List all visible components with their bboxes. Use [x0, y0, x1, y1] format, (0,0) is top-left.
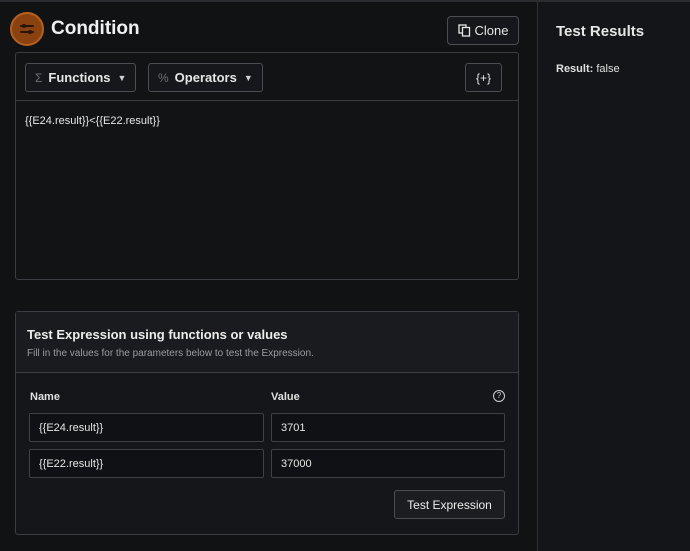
- param-value-input[interactable]: 3701: [271, 413, 505, 442]
- test-expression-button[interactable]: Test Expression: [394, 490, 505, 519]
- test-expression-section: Test Expression using functions or value…: [15, 311, 519, 535]
- test-section-header: Test Expression using functions or value…: [16, 312, 518, 373]
- test-section-subtitle: Fill in the values for the parameters be…: [27, 348, 314, 359]
- clone-button[interactable]: Clone: [447, 16, 519, 45]
- chevron-down-icon: ▼: [117, 72, 127, 83]
- expression-text[interactable]: {{E24.result}}<{{E22.result}}: [25, 115, 160, 127]
- condition-icon: [10, 12, 44, 46]
- help-icon[interactable]: ?: [493, 390, 505, 402]
- value-column-header: Value: [271, 391, 300, 403]
- condition-editor-window: Condition Clone Σ Functions ▼ % Operator…: [0, 0, 690, 551]
- param-name-field: {{E24.result}}: [29, 413, 264, 442]
- param-value-input[interactable]: 37000: [271, 449, 505, 478]
- clone-label: Clone: [474, 23, 509, 38]
- result-value: false: [596, 63, 620, 75]
- page-title: Condition: [51, 18, 140, 39]
- editor-toolbar: Σ Functions ▼ % Operators ▼ {+}: [16, 53, 518, 101]
- sliders-icon: [20, 24, 34, 34]
- functions-label: Functions: [48, 70, 111, 85]
- functions-dropdown[interactable]: Σ Functions ▼: [25, 63, 137, 92]
- param-name-field: {{E22.result}}: [29, 449, 264, 478]
- expression-editor: Σ Functions ▼ % Operators ▼ {+} {{E24.re…: [15, 52, 519, 280]
- result-label: Result:: [556, 63, 594, 75]
- test-section-title: Test Expression using functions or value…: [27, 327, 288, 342]
- insert-variable-button[interactable]: {+}: [465, 63, 503, 92]
- operators-label: Operators: [174, 70, 237, 85]
- result-line: Result: false: [556, 63, 620, 75]
- test-results-panel: Test Results Result: false: [538, 2, 690, 551]
- panel-header: Condition Clone: [10, 10, 530, 50]
- insert-variable-label: {+}: [476, 70, 492, 85]
- sigma-icon: Σ: [35, 70, 43, 85]
- chevron-down-icon: ▼: [243, 72, 253, 83]
- condition-panel: Condition Clone Σ Functions ▼ % Operator…: [0, 2, 537, 551]
- test-results-title: Test Results: [556, 23, 645, 40]
- operators-dropdown[interactable]: % Operators ▼: [148, 63, 263, 92]
- copy-icon: [457, 24, 470, 37]
- percent-icon: %: [158, 70, 169, 85]
- name-column-header: Name: [30, 391, 60, 403]
